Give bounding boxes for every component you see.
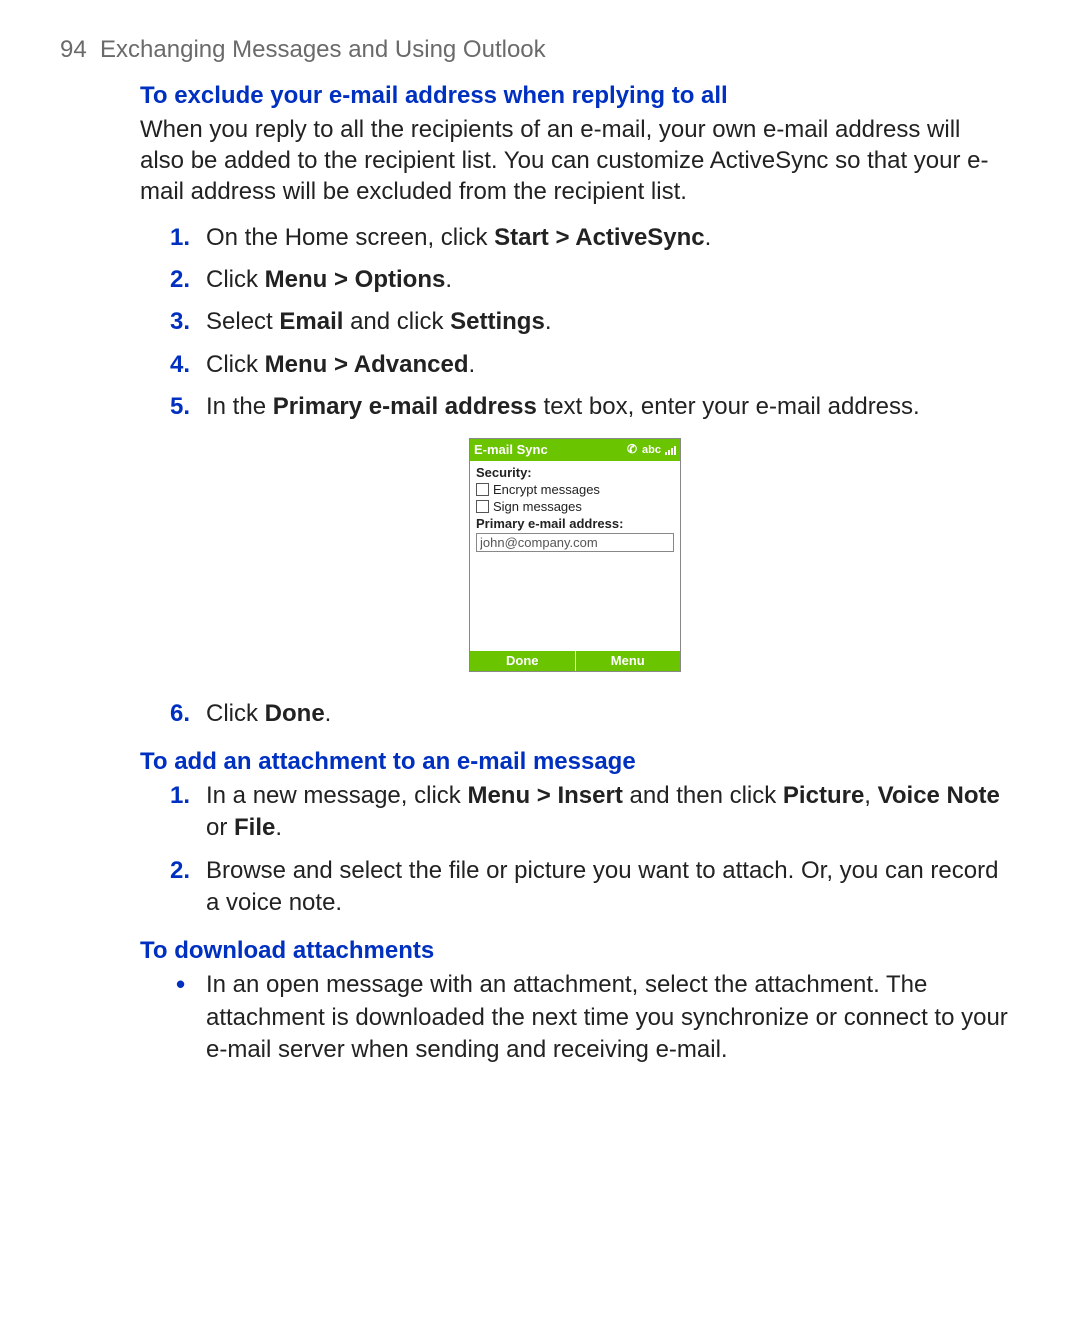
phone-screenshot: E-mail Sync abc Security: Encrypt messag… — [140, 438, 1010, 672]
step-number: 4. — [170, 349, 190, 381]
bullets-download: In an open message with an attachment, s… — [140, 969, 1010, 1066]
primary-email-label: Primary e-mail address: — [476, 516, 674, 531]
phone-softkey-bar: Done Menu — [470, 651, 680, 671]
primary-email-input[interactable] — [476, 533, 674, 552]
step-number: 1. — [170, 222, 190, 254]
document-page: 94 Exchanging Messages and Using Outlook… — [0, 0, 1080, 1121]
softkey-done[interactable]: Done — [470, 651, 575, 671]
step-number: 3. — [170, 306, 190, 338]
sign-label: Sign messages — [493, 499, 582, 514]
phone-title: E-mail Sync — [474, 442, 548, 457]
softkey-menu[interactable]: Menu — [576, 651, 681, 671]
step-item: 1. In a new message, click Menu > Insert… — [170, 780, 1010, 845]
phone-frame: E-mail Sync abc Security: Encrypt messag… — [469, 438, 681, 672]
call-icon — [628, 445, 638, 455]
section-title-exclude: To exclude your e-mail address when repl… — [140, 82, 1010, 110]
steps-list-attachment: 1. In a new message, click Menu > Insert… — [140, 780, 1010, 920]
signal-icon — [665, 445, 676, 455]
step-number: 5. — [170, 391, 190, 423]
page-number: 94 — [60, 36, 87, 63]
section-intro-exclude: When you reply to all the recipients of … — [140, 114, 1010, 208]
step-item: 1. On the Home screen, click Start > Act… — [170, 222, 1010, 254]
step-number: 2. — [170, 855, 190, 887]
step-item: 6. Click Done. — [170, 698, 1010, 730]
page-header: 94 Exchanging Messages and Using Outlook — [60, 36, 1020, 64]
phone-titlebar: E-mail Sync abc — [470, 439, 680, 461]
encrypt-label: Encrypt messages — [493, 482, 600, 497]
step-item: 2. Click Menu > Options. — [170, 264, 1010, 296]
encrypt-checkbox-row[interactable]: Encrypt messages — [476, 482, 674, 497]
section-title-attachment: To add an attachment to an e-mail messag… — [140, 748, 1010, 776]
bullet-item: In an open message with an attachment, s… — [170, 969, 1010, 1066]
phone-body: Security: Encrypt messages Sign messages… — [470, 461, 680, 651]
step-item: 5. In the Primary e-mail address text bo… — [170, 391, 1010, 423]
page-header-title: Exchanging Messages and Using Outlook — [100, 36, 546, 63]
phone-status-area: abc — [628, 444, 676, 456]
step-number: 2. — [170, 264, 190, 296]
checkbox-icon[interactable] — [476, 500, 489, 513]
sign-checkbox-row[interactable]: Sign messages — [476, 499, 674, 514]
page-content: To exclude your e-mail address when repl… — [140, 82, 1010, 1067]
input-mode-indicator: abc — [642, 444, 661, 456]
step-number: 1. — [170, 780, 190, 812]
step-number: 6. — [170, 698, 190, 730]
step-item: 4. Click Menu > Advanced. — [170, 349, 1010, 381]
steps-list-exclude-a: 1. On the Home screen, click Start > Act… — [140, 222, 1010, 424]
primary-email-field — [476, 533, 674, 552]
security-label: Security: — [476, 465, 674, 480]
steps-list-exclude-b: 6. Click Done. — [140, 698, 1010, 730]
checkbox-icon[interactable] — [476, 483, 489, 496]
step-item: 3. Select Email and click Settings. — [170, 306, 1010, 338]
section-title-download: To download attachments — [140, 937, 1010, 965]
step-item: 2. Browse and select the file or picture… — [170, 855, 1010, 920]
